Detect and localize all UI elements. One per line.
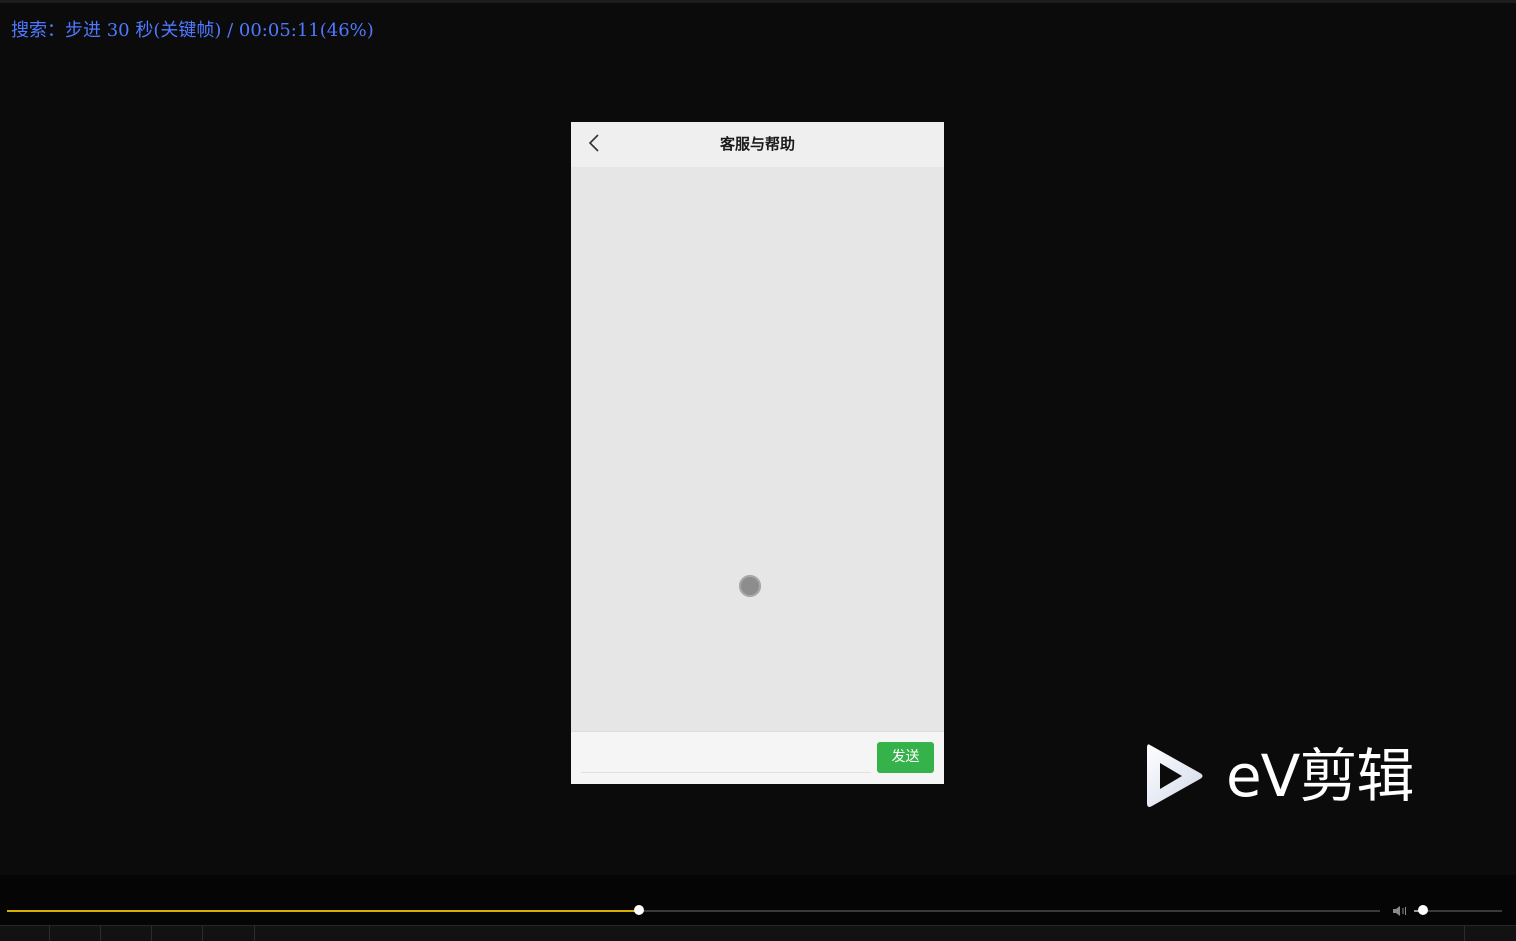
video-area[interactable]: 搜索：步进 30 秒(关键帧) / 00:05:11(46%) 客服与帮助 发送 — [0, 3, 1516, 875]
watermark: eV剪辑 — [1142, 739, 1442, 813]
toolbar-button[interactable] — [50, 926, 101, 941]
volume-slider[interactable] — [1414, 905, 1502, 915]
page-title: 客服与帮助 — [719, 135, 795, 153]
loading-spinner-icon — [739, 575, 761, 597]
toolbar-divider — [1464, 926, 1465, 941]
phone-screen: 客服与帮助 发送 — [571, 122, 944, 784]
watermark-text: eV剪辑 — [1226, 742, 1414, 810]
speaker-icon[interactable] — [1392, 904, 1408, 918]
bottom-toolbar — [0, 925, 1516, 941]
toolbar-button[interactable] — [0, 926, 50, 941]
toolbar-button[interactable] — [101, 926, 152, 941]
message-input[interactable] — [581, 772, 871, 773]
phone-header: 客服与帮助 — [571, 122, 944, 167]
seek-bar[interactable] — [7, 905, 1380, 915]
seek-progress — [7, 910, 639, 912]
osd-seek-status: 搜索：步进 30 秒(关键帧) / 00:05:11(46%) — [11, 20, 374, 41]
volume-handle[interactable] — [1418, 905, 1428, 915]
toolbar-button[interactable] — [203, 926, 255, 941]
play-triangle-icon — [1147, 744, 1203, 807]
chat-area — [571, 167, 944, 731]
send-button[interactable]: 发送 — [877, 742, 934, 773]
toolbar-button[interactable] — [152, 926, 203, 941]
input-bar: 发送 — [571, 731, 944, 784]
seek-handle[interactable] — [634, 905, 644, 915]
